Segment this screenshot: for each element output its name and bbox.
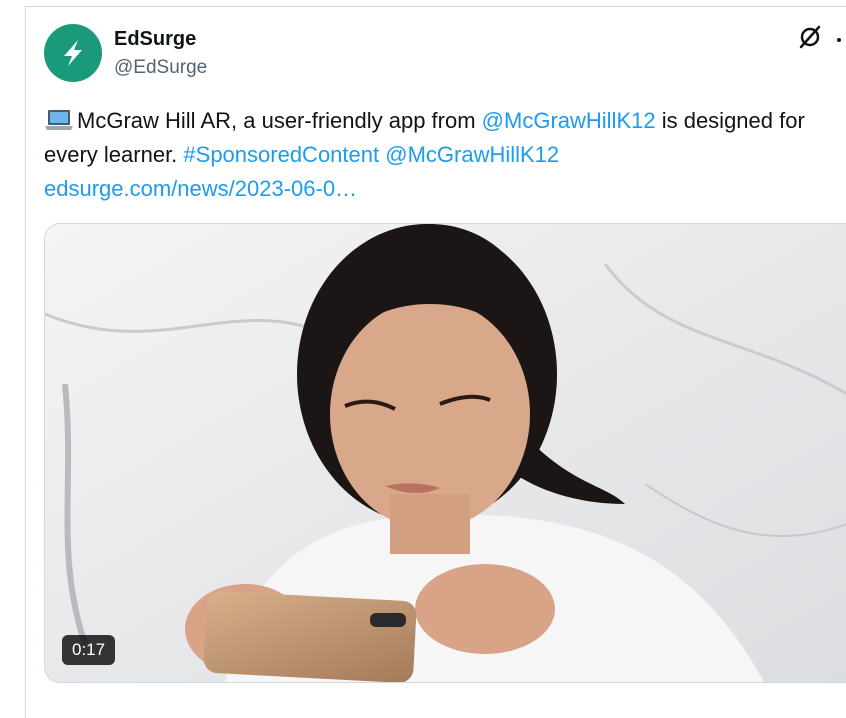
more-options-icon[interactable] (837, 38, 841, 42)
disconnect-link-icon[interactable] (797, 24, 823, 50)
mention-link-1[interactable]: @McGrawHillK12 (482, 108, 656, 133)
video-duration-badge: 0:17 (62, 635, 116, 665)
avatar[interactable] (44, 24, 102, 82)
lightning-bolt-icon (64, 40, 82, 66)
article-link[interactable]: edsurge.com/news/2023-06-0… (44, 176, 357, 201)
tweet-text-part1: McGraw Hill AR, a user-friendly app from (77, 108, 482, 133)
author-handle[interactable]: @EdSurge (114, 57, 207, 79)
author-name[interactable]: EdSurge (114, 28, 196, 51)
laptop-icon (45, 110, 73, 130)
video-thumbnail (45, 224, 846, 682)
mention-link-2[interactable]: @McGrawHillK12 (385, 142, 559, 167)
hashtag-link[interactable]: #SponsoredContent (183, 142, 379, 167)
tweet-text: McGraw Hill AR, a user-friendly app from… (44, 104, 834, 206)
video-player[interactable] (44, 223, 846, 683)
